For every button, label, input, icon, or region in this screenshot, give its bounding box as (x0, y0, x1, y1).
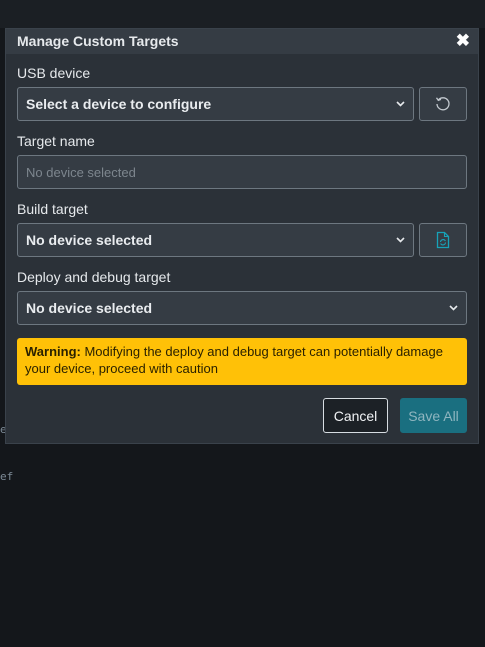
build-target-select-value: No device selected (26, 232, 153, 248)
build-target-select[interactable]: No device selected (17, 223, 414, 257)
chevron-down-icon (449, 305, 458, 311)
build-target-action-button[interactable] (419, 223, 467, 257)
deploy-debug-target-select-value: No device selected (26, 300, 153, 316)
window-top-bar (0, 0, 485, 28)
manage-custom-targets-dialog: Manage Custom Targets ✖ USB device Selec… (5, 28, 479, 444)
dialog-title-bar: Manage Custom Targets ✖ (6, 29, 478, 54)
usb-device-select-value: Select a device to configure (26, 96, 212, 112)
save-all-button[interactable]: Save All (400, 398, 467, 433)
refresh-devices-button[interactable] (419, 87, 467, 121)
deploy-debug-target-label: Deploy and debug target (17, 269, 171, 285)
build-target-label: Build target (17, 201, 88, 217)
chevron-down-icon (396, 237, 405, 243)
chevron-down-icon (396, 101, 405, 107)
dialog-title: Manage Custom Targets (17, 33, 179, 49)
deploy-debug-target-select[interactable]: No device selected (17, 291, 467, 325)
close-icon[interactable]: ✖ (456, 31, 470, 51)
background-text-fragment: ef (0, 470, 14, 483)
warning-alert: Warning: Modifying the deploy and debug … (17, 338, 467, 385)
warning-message: Modifying the deploy and debug target ca… (25, 344, 443, 376)
target-name-input[interactable]: No device selected (17, 155, 467, 189)
target-name-placeholder: No device selected (26, 165, 136, 180)
cancel-button[interactable]: Cancel (323, 398, 388, 433)
warning-strong: Warning: (25, 344, 81, 359)
target-name-label: Target name (17, 133, 95, 149)
refresh-icon (435, 97, 450, 111)
usb-device-label: USB device (17, 65, 91, 81)
file-sync-icon (436, 231, 450, 249)
usb-device-select[interactable]: Select a device to configure (17, 87, 414, 121)
